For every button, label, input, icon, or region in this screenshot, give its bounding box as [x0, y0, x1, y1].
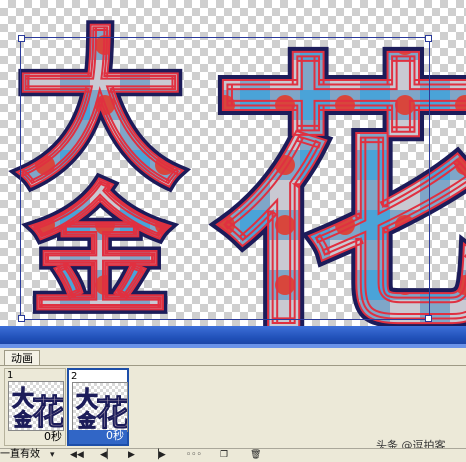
animation-frame-1[interactable]: 1 大 金 花 0秒 — [4, 368, 66, 446]
loop-select[interactable]: 一直有效 — [0, 449, 40, 461]
transform-handle[interactable] — [18, 315, 25, 322]
thumb-char-da: 大 — [76, 388, 98, 413]
thumb-char-jin: 金 — [77, 410, 97, 431]
thumb-char-hua: 花 — [96, 394, 127, 431]
transform-handle[interactable] — [425, 315, 432, 322]
transform-handle[interactable] — [425, 35, 432, 42]
animation-toolbar: 一直有效 ▾ ◀◀ ◀▏ ▶ ▕▶ ◦◦◦ ❐ 🗑 — [0, 448, 466, 462]
first-frame-icon[interactable]: ◀◀ — [70, 449, 84, 461]
thumb-char-hua: 花 — [32, 393, 63, 430]
new-frame-icon[interactable]: ❐ — [220, 449, 228, 461]
workspace-divider — [0, 326, 466, 348]
thumb-char-jin: 金 — [13, 409, 33, 430]
frame-thumbnail: 大 金 花 — [8, 381, 64, 431]
thumb-char-da: 大 — [12, 387, 34, 412]
tab-divider — [0, 365, 466, 366]
tween-icon[interactable]: ◦◦◦ — [186, 449, 202, 461]
tab-animation[interactable]: 动画 — [4, 350, 40, 366]
delete-frame-icon[interactable]: 🗑 — [250, 449, 261, 461]
loop-dropdown-arrow-icon[interactable]: ▾ — [50, 449, 55, 461]
document-canvas[interactable]: 大 大 金 金 花 花 — [0, 0, 466, 326]
frame-number: 1 — [7, 370, 14, 381]
next-frame-icon[interactable]: ▕▶ — [152, 449, 166, 461]
selection-bounding-box[interactable] — [18, 35, 432, 322]
play-icon[interactable]: ▶ — [128, 449, 135, 461]
frame-delay[interactable]: 0秒 — [106, 427, 124, 443]
prev-frame-icon[interactable]: ◀▏ — [100, 449, 114, 461]
animation-frame-2[interactable]: 2 大 金 花 0秒 — [67, 368, 129, 446]
frame-delay[interactable]: 0秒 — [44, 428, 62, 444]
transform-handle[interactable] — [18, 35, 25, 42]
frame-number: 2 — [71, 371, 78, 382]
frame-thumbnail: 大 金 花 — [72, 382, 128, 432]
